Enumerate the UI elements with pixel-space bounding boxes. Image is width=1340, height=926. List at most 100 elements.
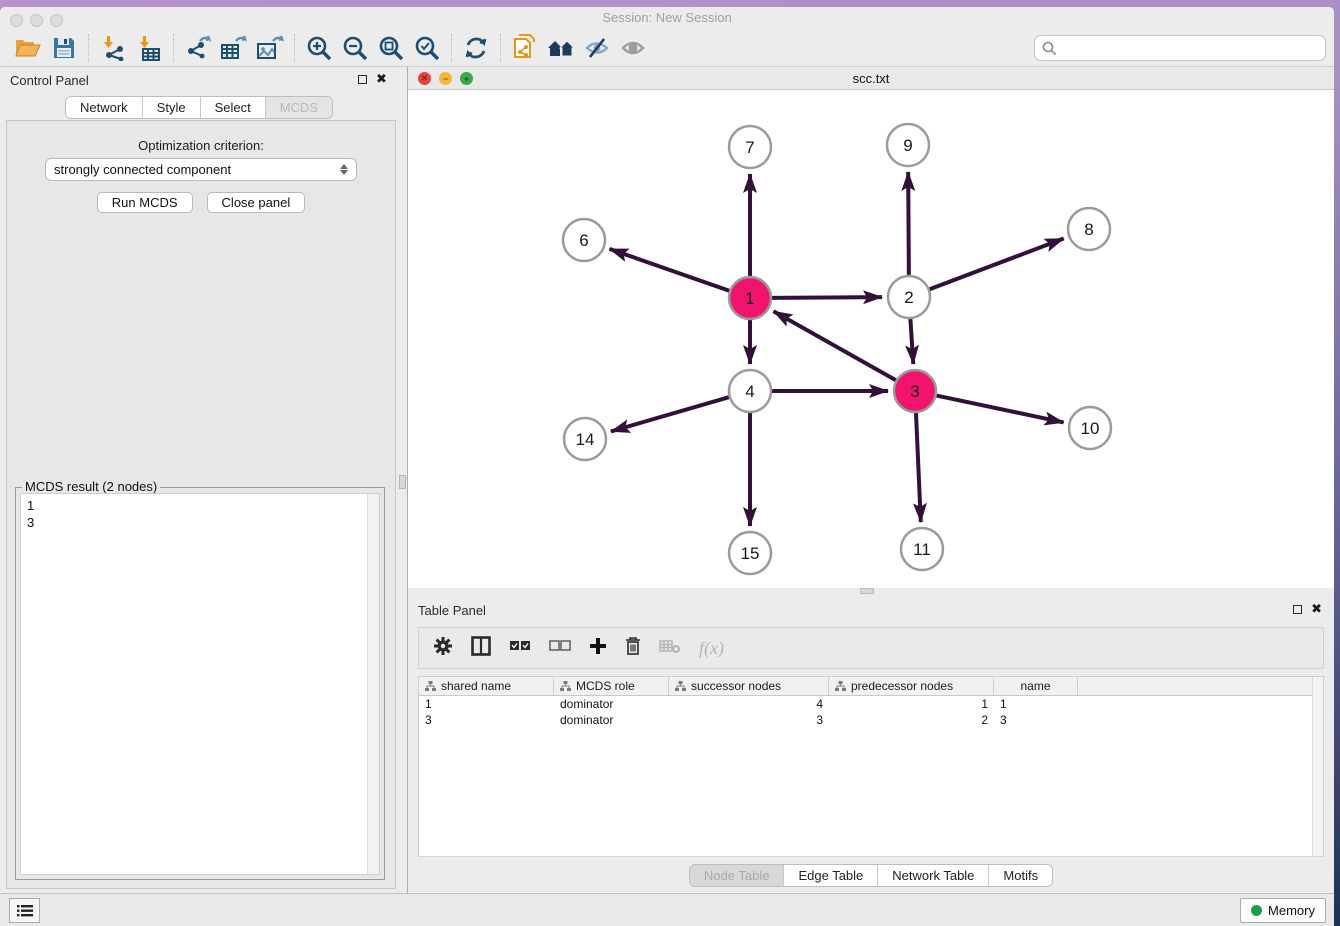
tab-style[interactable]: Style	[143, 97, 201, 118]
graph-node-label-7: 7	[745, 138, 754, 157]
tab-select[interactable]: Select	[201, 97, 266, 118]
column-header-name[interactable]: name	[994, 677, 1078, 695]
delete-column-icon[interactable]	[625, 636, 641, 661]
graph-node-label-3: 3	[910, 382, 919, 401]
zoom-out-icon[interactable]	[337, 33, 373, 63]
status-bar: Memory	[0, 893, 1334, 926]
export-table-icon[interactable]	[216, 33, 252, 63]
clone-network-icon[interactable]	[507, 33, 543, 63]
search-input[interactable]	[1034, 35, 1326, 61]
toolbar-separator	[451, 34, 452, 62]
network-window: ✕ − + scc.txt 1234678910111415	[408, 67, 1334, 594]
control-panel-tabs: Network Style Select MCDS	[0, 96, 398, 119]
tab-network[interactable]: Network	[66, 97, 143, 118]
table-cell: 3	[994, 712, 1078, 728]
mcds-result-box: MCDS result (2 nodes) 13	[15, 487, 385, 880]
memory-button[interactable]: Memory	[1240, 898, 1326, 923]
zoom-in-icon[interactable]	[301, 33, 337, 63]
add-column-icon[interactable]	[589, 637, 607, 660]
divider-grip[interactable]	[399, 475, 406, 489]
show-panels-icon[interactable]	[615, 33, 651, 63]
open-file-icon[interactable]	[10, 33, 46, 63]
import-network-icon[interactable]	[95, 33, 131, 63]
save-session-icon[interactable]	[46, 33, 82, 63]
memory-status-icon	[1251, 905, 1262, 916]
graph-node-label-6: 6	[579, 231, 588, 250]
table-body: 1dominator4113dominator323	[419, 696, 1323, 728]
float-table-panel-icon[interactable]	[1293, 605, 1302, 614]
export-network-icon[interactable]	[180, 33, 216, 63]
attribute-type-icon	[675, 681, 686, 691]
hide-panels-icon[interactable]	[579, 33, 615, 63]
attribute-type-icon	[560, 681, 571, 691]
edge-2-8[interactable]	[930, 239, 1064, 290]
column-header-shared-name[interactable]: shared name	[419, 677, 554, 695]
table-cell: 4	[669, 696, 829, 712]
edge-2-3[interactable]	[910, 319, 913, 364]
edge-3-10[interactable]	[937, 396, 1064, 423]
apply-layout-icon[interactable]	[458, 33, 494, 63]
graph-node-label-15: 15	[741, 544, 760, 563]
edge-2-9[interactable]	[908, 172, 909, 275]
tab-mcds[interactable]: MCDS	[266, 97, 332, 118]
task-history-button[interactable]	[9, 898, 40, 923]
select-all-icon[interactable]	[509, 639, 531, 658]
tab-node-table[interactable]: Node Table	[690, 865, 785, 886]
home-icon[interactable]	[543, 33, 579, 63]
import-table-icon[interactable]	[131, 33, 167, 63]
column-header-predecessor-nodes[interactable]: predecessor nodes	[829, 677, 994, 695]
close-table-panel-icon[interactable]: ✖	[1311, 601, 1322, 617]
close-panel-icon[interactable]: ✖	[376, 71, 387, 87]
zoom-fit-icon[interactable]	[373, 33, 409, 63]
table-cell: 1	[419, 696, 554, 712]
column-header-successor-nodes[interactable]: successor nodes	[669, 677, 829, 695]
table-cell: 1	[829, 696, 994, 712]
main-titlebar: Session: New Session	[0, 7, 1334, 30]
optimization-criterion-label: Optimization criterion:	[7, 138, 395, 153]
network-window-titlebar: ✕ − + scc.txt	[408, 67, 1334, 90]
optimization-criterion-value: strongly connected component	[54, 162, 231, 177]
export-image-icon[interactable]	[252, 33, 288, 63]
table-scrollbar[interactable]	[1312, 677, 1323, 856]
tab-motifs[interactable]: Motifs	[989, 865, 1052, 886]
network-graph[interactable]: 1234678910111415	[408, 90, 1334, 588]
edge-1-2[interactable]	[772, 297, 882, 298]
tab-network-table[interactable]: Network Table	[878, 865, 989, 886]
divider-grip-horizontal[interactable]	[860, 588, 874, 594]
table-settings-gear-icon[interactable]	[433, 636, 453, 661]
table-row[interactable]: 3dominator323	[419, 712, 1323, 728]
network-canvas[interactable]: 1234678910111415	[408, 90, 1334, 588]
result-scrollbar[interactable]	[367, 494, 379, 874]
column-header-MCDS-role[interactable]: MCDS role	[554, 677, 669, 695]
edge-3-11[interactable]	[916, 413, 921, 522]
mcds-result-title: MCDS result (2 nodes)	[22, 479, 160, 494]
edge-1-6[interactable]	[609, 249, 729, 291]
split-divider-vertical[interactable]	[398, 67, 408, 893]
toolbar-separator	[294, 34, 295, 62]
float-panel-icon[interactable]	[358, 75, 367, 84]
table-cell: dominator	[554, 696, 669, 712]
run-mcds-button[interactable]: Run MCDS	[97, 192, 193, 213]
graph-node-label-1: 1	[745, 289, 754, 308]
tab-edge-table[interactable]: Edge Table	[784, 865, 878, 886]
edge-3-1[interactable]	[774, 311, 896, 380]
table-tabs: Node Table Edge Table Network Table Moti…	[408, 864, 1334, 887]
mcds-panel: Optimization criterion: strongly connect…	[6, 120, 396, 889]
zoom-selected-icon[interactable]	[409, 33, 445, 63]
mcds-result-area[interactable]: 13	[20, 493, 380, 875]
graph-node-label-4: 4	[745, 382, 754, 401]
deselect-all-icon[interactable]	[549, 639, 571, 658]
table-panel-header: Table Panel ✖	[408, 597, 1334, 623]
edge-4-14[interactable]	[611, 397, 729, 431]
graph-node-label-2: 2	[904, 288, 913, 307]
network-bottom-strip	[408, 588, 1334, 594]
toolbar-separator	[88, 34, 89, 62]
application-window: Session: New Session	[0, 7, 1334, 926]
optimization-criterion-select[interactable]: strongly connected component	[45, 158, 357, 181]
table-row[interactable]: 1dominator411	[419, 696, 1323, 712]
close-panel-button[interactable]: Close panel	[207, 192, 306, 213]
attribute-type-icon	[835, 681, 846, 691]
show-columns-icon[interactable]	[471, 636, 491, 661]
attribute-type-icon	[425, 681, 436, 691]
search-icon	[1042, 41, 1057, 56]
